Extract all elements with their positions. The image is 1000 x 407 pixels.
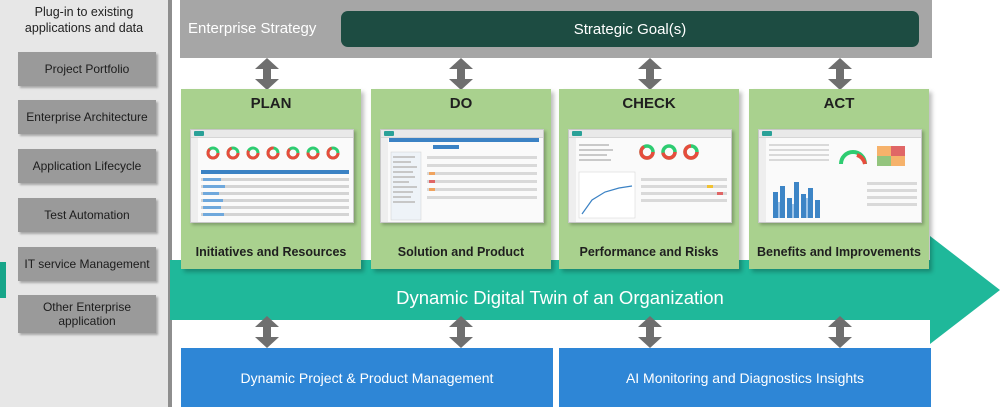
- sidebar-divider: [168, 0, 172, 407]
- enterprise-strategy-label: Enterprise Strategy: [188, 20, 317, 37]
- sidebar-item-enterprise-architecture[interactable]: Enterprise Architecture: [18, 100, 156, 134]
- double-arrow-icon: [255, 316, 279, 348]
- phase-subtitle: Solution and Product: [397, 245, 525, 259]
- do-dashboard-thumbnail: [380, 129, 544, 223]
- strategic-goals-box[interactable]: Strategic Goal(s): [341, 11, 919, 47]
- double-arrow-icon: [449, 58, 473, 90]
- sidebar-item-test-automation[interactable]: Test Automation: [18, 198, 156, 232]
- digital-twin-label: Dynamic Digital Twin of an Organization: [396, 287, 724, 308]
- phase-subtitle: Benefits and Improvements: [757, 245, 921, 259]
- sidebar-accent-notch: [0, 262, 6, 298]
- phase-subtitle: Initiatives and Resources: [195, 245, 347, 259]
- sidebar-item-other-enterprise-application[interactable]: Other Enterprise application: [18, 295, 156, 333]
- act-dashboard-thumbnail: [758, 129, 922, 223]
- phase-title: ACT: [823, 95, 855, 112]
- double-arrow-icon: [828, 316, 852, 348]
- phase-title: PLAN: [250, 95, 292, 112]
- phase-title: CHECK: [622, 95, 676, 112]
- phase-card-check[interactable]: CHECK Performance and Risks: [559, 89, 739, 269]
- double-arrow-icon: [828, 58, 852, 90]
- sidebar-item-application-lifecycle[interactable]: Application Lifecycle: [18, 149, 156, 183]
- phase-subtitle: Performance and Risks: [579, 245, 719, 259]
- sidebar-title: Plug-in to existing applications and dat…: [24, 5, 144, 35]
- phase-card-act[interactable]: ACT Benefits and Improvements: [749, 89, 929, 269]
- phase-card-plan[interactable]: PLAN Initiatives and Resources: [181, 89, 361, 269]
- phase-card-do[interactable]: DO Solution and Product: [371, 89, 551, 269]
- double-arrow-icon: [638, 58, 662, 90]
- project-product-management-box[interactable]: Dynamic Project & Product Management: [181, 348, 553, 407]
- plan-dashboard-thumbnail: [190, 129, 354, 223]
- double-arrow-icon: [449, 316, 473, 348]
- phase-title: DO: [449, 95, 473, 112]
- sidebar-item-it-service-management[interactable]: IT service Management: [18, 247, 156, 281]
- double-arrow-icon: [255, 58, 279, 90]
- ai-monitoring-box[interactable]: AI Monitoring and Diagnostics Insights: [559, 348, 931, 407]
- check-dashboard-thumbnail: [568, 129, 732, 223]
- double-arrow-icon: [638, 316, 662, 348]
- sidebar-item-project-portfolio[interactable]: Project Portfolio: [18, 52, 156, 86]
